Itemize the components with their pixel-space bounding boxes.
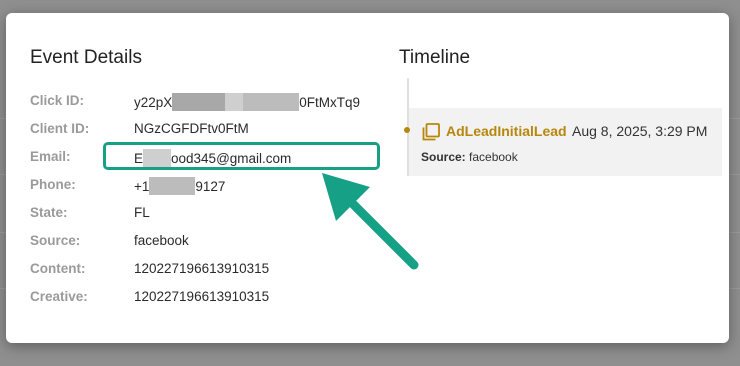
state-value[interactable]: FL bbox=[134, 205, 150, 220]
creative-label: Creative: bbox=[30, 289, 88, 304]
client-id-value[interactable]: NGzCGFDFtv0FtM bbox=[134, 121, 249, 136]
arrow-up-left-icon bbox=[322, 173, 419, 270]
timeline-event-card[interactable] bbox=[409, 108, 722, 176]
client-id-row: Client ID: NGzCGFDFtv0FtM bbox=[30, 121, 370, 141]
redaction-blur bbox=[243, 93, 300, 111]
event-details-modal: Event Details Timeline Click ID: y22pX 0F… bbox=[6, 13, 729, 343]
state-label: State: bbox=[30, 205, 68, 220]
event-source: Source: facebook bbox=[421, 150, 518, 164]
click-id-value-end: 0FtMxTq9 bbox=[299, 95, 361, 110]
event-details-title: Event Details bbox=[30, 47, 142, 68]
click-id-row: Click ID: y22pX 0FtMxTq9 bbox=[30, 93, 370, 113]
source-label: Source: bbox=[30, 233, 81, 248]
phone-label: Phone: bbox=[30, 177, 76, 192]
phone-value-end: 9127 bbox=[195, 179, 226, 194]
click-id-label: Click ID: bbox=[30, 93, 85, 108]
redaction-blur bbox=[172, 93, 226, 111]
timeline-dot bbox=[404, 127, 410, 133]
click-id-value-start: y22pX bbox=[134, 95, 173, 110]
content-label: Content: bbox=[30, 261, 86, 276]
click-id-value[interactable]: y22pX 0FtMxTq9 bbox=[134, 93, 360, 111]
content-value[interactable]: 120227196613910315 bbox=[134, 261, 269, 276]
creative-row: Creative: 120227196613910315 bbox=[30, 289, 370, 309]
event-source-value: facebook bbox=[469, 150, 518, 164]
source-value[interactable]: facebook bbox=[134, 233, 189, 248]
event-source-label: Source: bbox=[421, 150, 466, 164]
copy-icon bbox=[422, 123, 440, 141]
event-date: Aug 8, 2025, 3:29 PM bbox=[572, 123, 708, 139]
creative-value[interactable]: 120227196613910315 bbox=[134, 289, 269, 304]
event-name[interactable]: AdLeadInitialLead bbox=[446, 123, 567, 139]
phone-value[interactable]: +1 9127 bbox=[134, 177, 225, 195]
client-id-label: Client ID: bbox=[30, 121, 90, 136]
phone-value-start: +1 bbox=[134, 179, 150, 194]
email-label: Email: bbox=[30, 149, 71, 164]
redaction-blur bbox=[225, 93, 244, 111]
timeline-title: Timeline bbox=[399, 47, 471, 68]
redaction-blur bbox=[149, 177, 196, 195]
